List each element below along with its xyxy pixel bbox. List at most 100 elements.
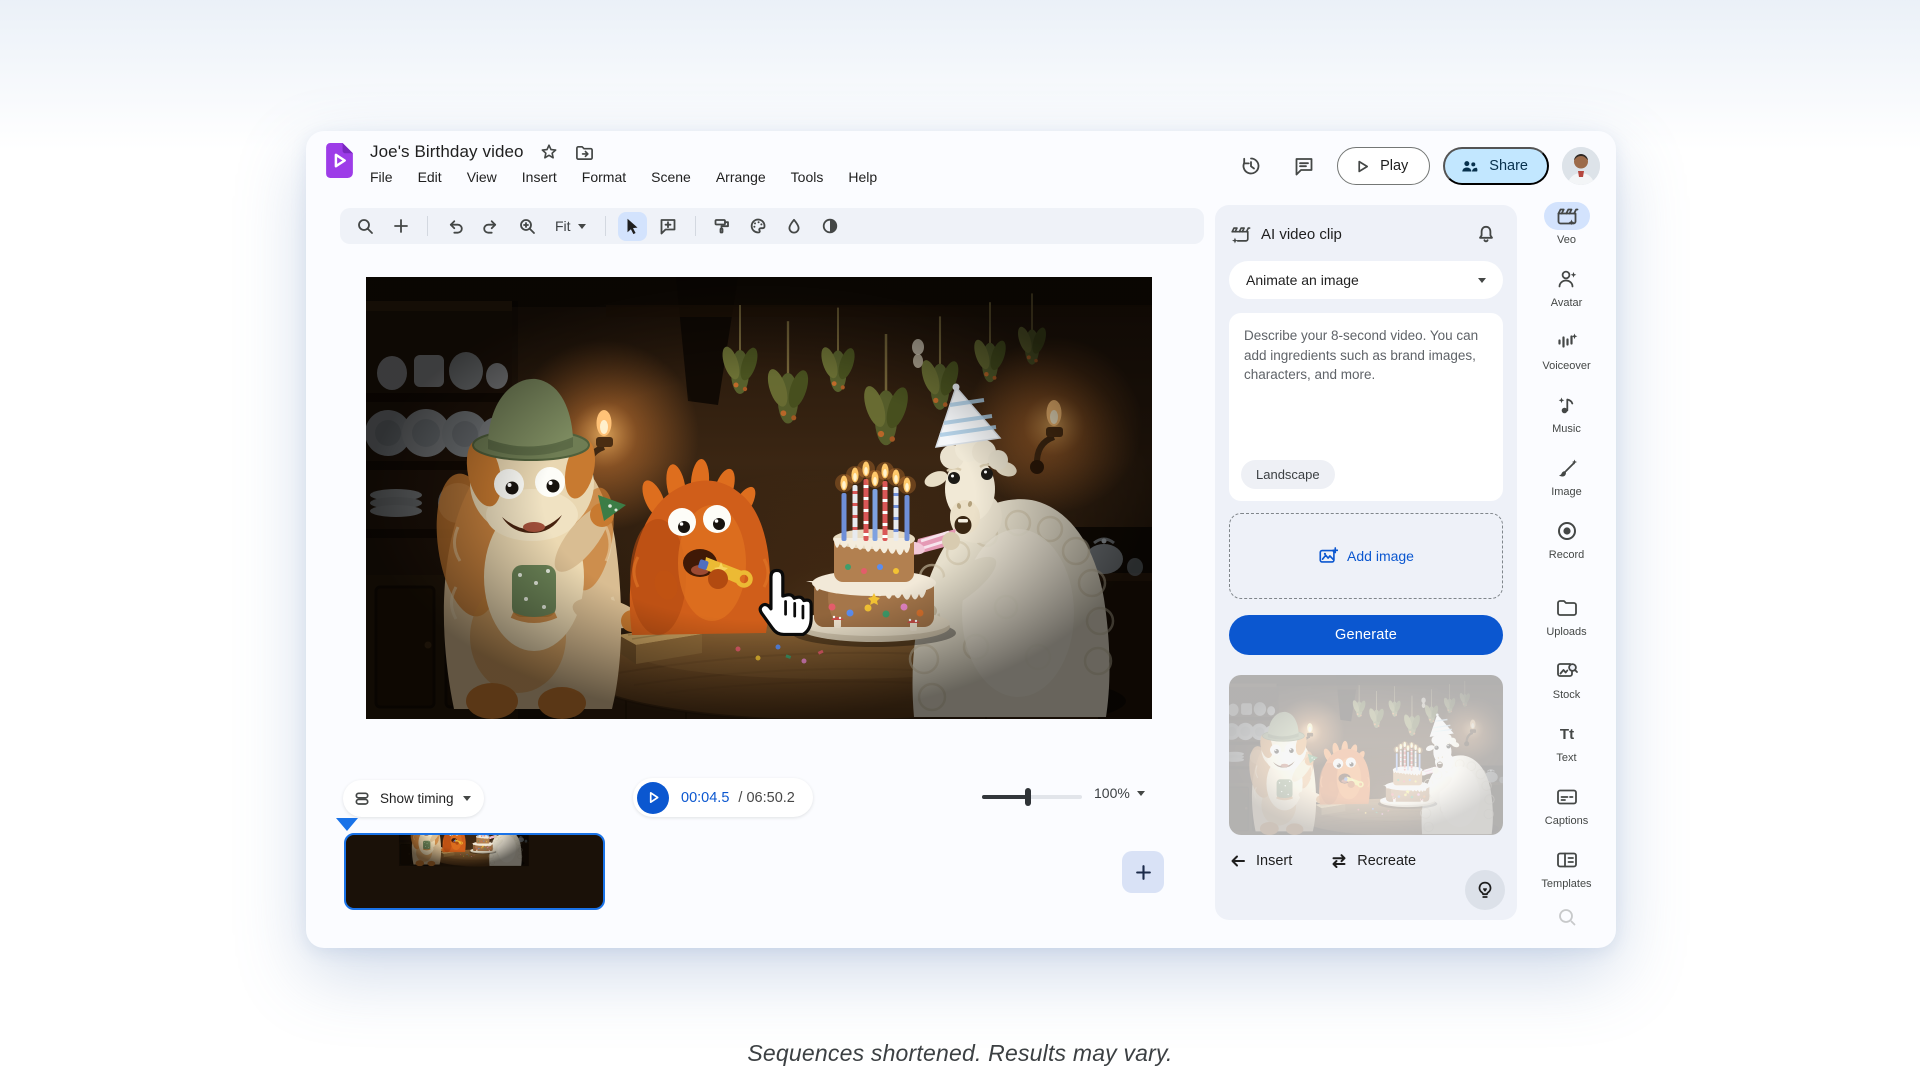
generate-button[interactable]: Generate [1229,615,1503,655]
document-title[interactable]: Joe's Birthday video [370,142,524,162]
zoom-in-icon[interactable] [512,212,541,241]
rail-item-captions[interactable]: Captions [1517,777,1616,840]
aspect-ratio-chip[interactable]: Landscape [1241,460,1335,489]
menu-arrange[interactable]: Arrange [716,168,766,186]
mode-select-dropdown[interactable]: Animate an image [1229,261,1503,299]
rail-item-avatar[interactable]: Avatar [1517,259,1616,322]
rail-label: Veo [1557,234,1576,246]
record-icon [1555,519,1579,543]
redo-icon[interactable] [476,212,505,241]
rail-item-record[interactable]: Record [1517,511,1616,574]
timeline-play-button[interactable] [637,782,669,814]
slider-fill [982,795,1028,799]
avatar-tool-icon [1555,267,1579,291]
recreate-button[interactable]: Recreate [1330,852,1416,870]
bell-icon[interactable] [1469,217,1503,251]
paint-format-icon[interactable] [708,212,737,241]
menu-tools[interactable]: Tools [791,168,824,186]
menu-format[interactable]: Format [582,168,626,186]
play-label: Play [1380,158,1408,174]
text-icon: Tt [1555,722,1579,746]
tools-rail: Veo Avatar Voiceover [1517,196,1616,934]
rail-item-voiceover[interactable]: Voiceover [1517,322,1616,385]
comment-add-icon[interactable] [654,212,683,241]
star-icon[interactable] [538,141,560,163]
rail-label: Music [1552,423,1581,435]
templates-icon [1555,848,1579,872]
menu-insert[interactable]: Insert [522,168,557,186]
rail-label: Record [1549,549,1584,561]
select-tool[interactable] [618,212,647,241]
scene-thumbnail-selected[interactable] [344,833,605,910]
plus-icon [1134,863,1153,882]
rail-label: Stock [1553,689,1581,701]
image-add-icon [1318,546,1338,566]
timeline-zoom-slider[interactable] [982,795,1082,799]
play-button[interactable]: Play [1337,147,1430,185]
account-avatar[interactable] [1562,147,1600,185]
vids-logo[interactable] [326,143,353,178]
tips-button[interactable] [1465,870,1505,910]
rail-item-music[interactable]: Music [1517,385,1616,448]
menu-scene[interactable]: Scene [651,168,691,186]
share-label: Share [1489,158,1528,174]
rail-label: Avatar [1551,297,1583,309]
insert-label: Insert [1256,853,1292,869]
play-icon [1355,159,1370,174]
menubar: File Edit View Insert Format Scene Arran… [370,168,877,186]
music-icon [1555,393,1579,417]
disclaimer-caption: Sequences shortened. Results may vary. [0,1040,1920,1067]
image-tool-icon [1555,456,1579,480]
total-time: / 06:50.2 [738,790,794,806]
rail-item-stock[interactable]: Stock [1517,651,1616,714]
zoom-level-dropdown[interactable]: 100% [1094,785,1145,801]
insert-button[interactable]: Insert [1229,852,1292,870]
undo-icon[interactable] [440,212,469,241]
rail-label: Image [1551,486,1582,498]
search-icon[interactable] [350,212,379,241]
veo-icon [1555,204,1579,228]
menu-help[interactable]: Help [848,168,877,186]
palette-icon[interactable] [744,212,773,241]
rail-item-uploads[interactable]: Uploads [1517,588,1616,651]
slider-handle[interactable] [1025,788,1031,806]
add-icon[interactable] [386,212,415,241]
rail-item-templates[interactable]: Templates [1517,840,1616,903]
menu-file[interactable]: File [370,168,393,186]
share-people-icon [1460,157,1479,176]
add-image-button[interactable]: Add image [1229,513,1503,599]
share-button[interactable]: Share [1443,147,1549,185]
voiceover-icon [1555,330,1579,354]
menu-edit[interactable]: Edit [418,168,442,186]
show-timing-dropdown[interactable]: Show timing [343,780,484,817]
caret-down-icon [1478,278,1486,283]
time-display: 00:04.5 / 06:50.2 [681,790,795,806]
contrast-icon[interactable] [816,212,845,241]
rail-item-text[interactable]: Tt Text [1517,714,1616,777]
current-time: 00:04.5 [681,790,729,806]
document-title-block: Joe's Birthday video File Edit View Inse… [370,139,877,186]
fit-zoom-dropdown[interactable]: Fit [548,212,593,241]
comments-icon[interactable] [1284,146,1324,186]
menu-view[interactable]: View [467,168,497,186]
rail-item-veo[interactable]: Veo [1517,196,1616,259]
ai-video-clip-panel: AI video clip Animate an image Landscape [1215,205,1517,920]
generated-clip-preview[interactable] [1229,675,1503,835]
prompt-box: Landscape [1229,313,1503,501]
caret-down-icon [463,796,471,801]
playhead-marker[interactable] [336,818,358,831]
video-canvas[interactable] [366,277,1152,719]
toolbar: Fit [340,208,1204,244]
uploads-icon [1555,596,1579,620]
add-scene-button[interactable] [1122,851,1164,893]
rail-label: Templates [1541,878,1591,890]
version-history-icon[interactable] [1231,146,1271,186]
mode-selected-value: Animate an image [1246,272,1359,288]
scene-thumbnail-image [346,835,603,908]
playback-bar: 00:04.5 / 06:50.2 [633,778,813,817]
droplet-icon[interactable] [780,212,809,241]
arrow-left-icon [1229,852,1247,870]
toolbar-divider [427,216,428,236]
move-folder-icon[interactable] [574,141,596,163]
rail-item-image[interactable]: Image [1517,448,1616,511]
